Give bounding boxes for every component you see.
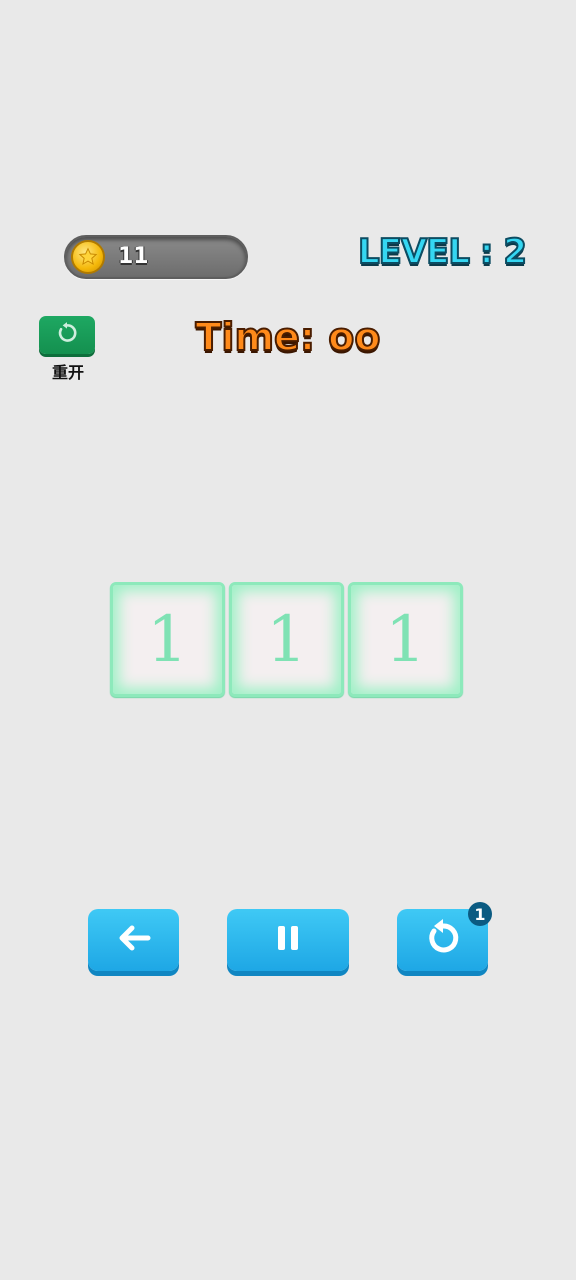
number-tile[interactable]: 1 <box>110 582 225 697</box>
pause-icon <box>266 916 310 964</box>
tile-row: 1 1 1 <box>110 582 463 697</box>
number-tile[interactable]: 1 <box>229 582 344 697</box>
restart-label: 重开 <box>51 363 84 382</box>
undo-count-badge: 1 <box>468 902 492 926</box>
coin-counter: 11 <box>64 235 248 279</box>
arrow-left-icon <box>112 916 156 964</box>
star-coin-icon <box>71 240 105 274</box>
undo-icon <box>421 916 465 964</box>
level-indicator: LEVEL : 2 <box>357 231 528 273</box>
coin-count: 11 <box>118 244 149 269</box>
timer: Time: oo <box>195 314 382 360</box>
back-button[interactable] <box>88 909 179 971</box>
number-tile[interactable]: 1 <box>348 582 463 697</box>
undo-button[interactable]: 1 <box>397 902 492 971</box>
pause-button[interactable] <box>227 909 349 971</box>
